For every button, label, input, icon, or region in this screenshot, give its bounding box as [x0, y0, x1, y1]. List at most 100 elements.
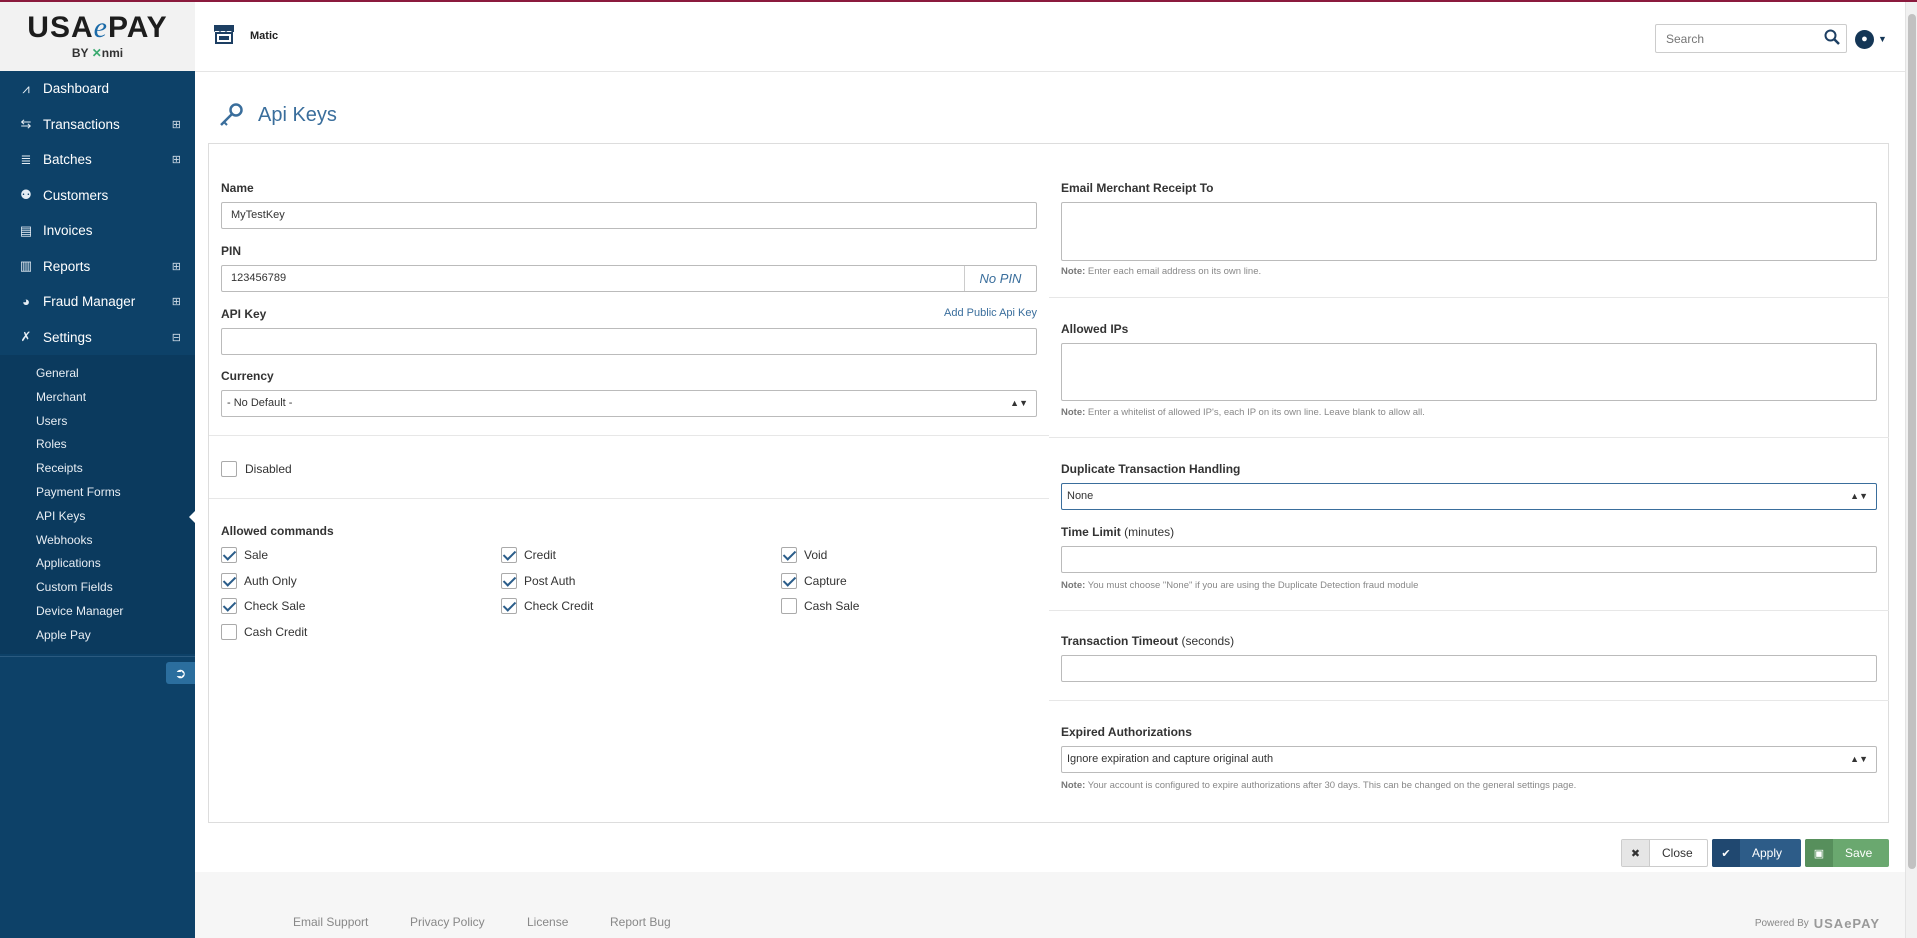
- check-icon: ✔: [1712, 839, 1740, 867]
- allowed-ips-textarea[interactable]: [1061, 343, 1877, 401]
- expand-icon[interactable]: ⊞: [172, 118, 181, 131]
- footer-link-email-support[interactable]: Email Support: [293, 915, 368, 929]
- duplicate-handling-select[interactable]: None ▲▼: [1061, 483, 1877, 510]
- expand-icon[interactable]: ⊞: [172, 260, 181, 273]
- floppy-disk-icon: ▣: [1805, 839, 1833, 867]
- sidebar-item-label: Transactions: [43, 116, 120, 132]
- currency-select[interactable]: - No Default - ▲▼: [221, 390, 1037, 417]
- command-label: Void: [804, 548, 828, 562]
- settings-sub-item-receipts[interactable]: Receipts: [0, 457, 195, 481]
- search-input[interactable]: [1655, 24, 1847, 53]
- time-limit-label: Time Limit (minutes): [1061, 525, 1175, 539]
- merchant-name[interactable]: Matic: [250, 30, 278, 42]
- scrollbar-thumb[interactable]: [1908, 14, 1916, 869]
- command-checkbox-post-auth[interactable]: [501, 572, 517, 589]
- command-checkbox-capture[interactable]: [781, 572, 797, 589]
- user-menu[interactable]: ● ▼: [1855, 29, 1891, 49]
- top-header: Matic ● ▼: [195, 2, 1905, 72]
- apply-button[interactable]: ✔ Apply: [1712, 839, 1801, 867]
- pin-value: 123456789: [231, 272, 287, 284]
- api-key-form: Name MyTestKey PIN 123456789 No PIN API …: [208, 143, 1889, 823]
- command-checkbox-void[interactable]: [781, 547, 797, 563]
- close-button[interactable]: ✖ Close: [1621, 839, 1708, 867]
- disabled-checkbox[interactable]: [221, 461, 237, 477]
- settings-sub-item-webhooks[interactable]: Webhooks: [0, 529, 195, 553]
- command-label: Cash Credit: [244, 624, 308, 639]
- pin-input[interactable]: 123456789 No PIN: [221, 265, 1037, 292]
- key-icon: [220, 103, 243, 126]
- sidebar: USAePAY BY ✕nmi ⩘ Dashboard ⇆ Transactions ⊞…: [0, 2, 195, 938]
- expired-auth-select[interactable]: Ignore expiration and capture original a…: [1061, 746, 1877, 773]
- settings-sub-item-applications[interactable]: Applications: [0, 552, 195, 576]
- command-checkbox-auth-only[interactable]: [221, 572, 237, 589]
- api-key-label: API Key: [221, 307, 267, 321]
- sidebar-item-batches[interactable]: ≣ Batches ⊞: [0, 142, 195, 178]
- command-label: Cash Sale: [804, 599, 860, 613]
- footer: Email Support Privacy Policy License Report…: [195, 872, 1905, 938]
- powered-by: Powered By USAePAY: [1754, 916, 1880, 931]
- logo-brand: USAePAY: [27, 11, 168, 44]
- command-checkbox-sale[interactable]: [221, 547, 237, 563]
- settings-sub-item-custom-fields[interactable]: Custom Fields: [0, 576, 195, 600]
- email-receipt-textarea[interactable]: [1061, 202, 1877, 261]
- divider: [1049, 700, 1889, 701]
- time-limit-input[interactable]: [1061, 546, 1877, 573]
- apply-button-label: Apply: [1752, 846, 1783, 860]
- sidebar-item-invoices[interactable]: ▤ Invoices: [0, 213, 195, 249]
- email-note: Note: Enter each email address on its ow…: [1061, 266, 1262, 277]
- sidebar-item-transactions[interactable]: ⇆ Transactions ⊞: [0, 107, 195, 143]
- footer-link-privacy-policy[interactable]: Privacy Policy: [410, 915, 485, 929]
- footer-link-license[interactable]: License: [527, 915, 568, 929]
- sidebar-item-label: Settings: [43, 329, 92, 345]
- store-icon: [214, 25, 234, 44]
- sidebar-item-fraud-manager[interactable]: ◕ Fraud Manager ⊞: [0, 284, 195, 320]
- sidebar-item-dashboard[interactable]: ⩘ Dashboard: [0, 71, 195, 107]
- command-checkbox-check-sale[interactable]: [221, 598, 237, 614]
- page-title: Api Keys: [258, 103, 337, 126]
- stack-icon: ≣: [20, 151, 32, 167]
- command-checkbox-check-credit[interactable]: [501, 598, 517, 614]
- sidebar-item-reports[interactable]: ▥ Reports ⊞: [0, 249, 195, 285]
- tools-icon: ✗: [20, 329, 32, 345]
- select-arrows-icon: ▲▼: [1850, 491, 1868, 501]
- name-input[interactable]: MyTestKey: [221, 202, 1037, 229]
- settings-sub-item-payment-forms[interactable]: Payment Forms: [0, 481, 195, 505]
- sidebar-divider: [0, 656, 195, 657]
- bar-chart-icon: ▥: [19, 258, 33, 274]
- settings-sub-item-device-manager[interactable]: Device Manager: [0, 600, 195, 624]
- settings-sub-item-users[interactable]: Users: [0, 410, 195, 434]
- command-label: Auth Only: [244, 573, 297, 588]
- arrows-icon: ⇆: [20, 116, 32, 132]
- expand-icon[interactable]: ⊞: [172, 295, 181, 308]
- settings-sub-item-general[interactable]: General: [0, 362, 195, 386]
- command-checkbox-cash-sale[interactable]: [781, 598, 797, 614]
- command-label: Check Sale: [244, 599, 306, 613]
- save-button[interactable]: ▣ Save: [1805, 839, 1889, 867]
- api-key-input[interactable]: [221, 328, 1037, 355]
- settings-sub-item-merchant[interactable]: Merchant: [0, 386, 195, 410]
- footer-link-report-bug[interactable]: Report Bug: [610, 915, 671, 929]
- document-icon: ▤: [19, 222, 33, 238]
- collapse-icon[interactable]: ⊟: [172, 331, 181, 344]
- transaction-timeout-label: Transaction Timeout (seconds): [1061, 634, 1235, 648]
- settings-sub-item-api-keys[interactable]: API Keys: [0, 505, 195, 529]
- currency-value: - No Default -: [227, 397, 293, 409]
- divider: [209, 435, 1049, 436]
- command-checkbox-cash-credit[interactable]: [221, 623, 237, 640]
- transaction-timeout-input[interactable]: [1061, 655, 1877, 682]
- vertical-scrollbar[interactable]: [1905, 2, 1917, 938]
- sidebar-item-customers[interactable]: ⚉ Customers: [0, 178, 195, 214]
- settings-sub-item-apple-pay[interactable]: Apple Pay: [0, 624, 195, 648]
- sidebar-item-settings[interactable]: ✗ Settings ⊟: [0, 320, 195, 356]
- settings-sub-item-roles[interactable]: Roles: [0, 433, 195, 457]
- page-header: Api Keys: [218, 102, 337, 128]
- add-public-api-key-link[interactable]: Add Public Api Key: [944, 307, 1037, 319]
- collapse-sidebar-button[interactable]: ➲: [166, 662, 195, 684]
- no-pin-button[interactable]: No PIN: [964, 266, 1036, 291]
- usaepay-logo[interactable]: USAePAY BY ✕nmi: [0, 2, 195, 71]
- expand-icon[interactable]: ⊞: [172, 153, 181, 166]
- sidebar-item-label: Batches: [43, 152, 92, 168]
- sidebar-item-label: Fraud Manager: [43, 294, 136, 310]
- search-icon[interactable]: [1824, 29, 1840, 50]
- command-checkbox-credit[interactable]: [501, 547, 517, 563]
